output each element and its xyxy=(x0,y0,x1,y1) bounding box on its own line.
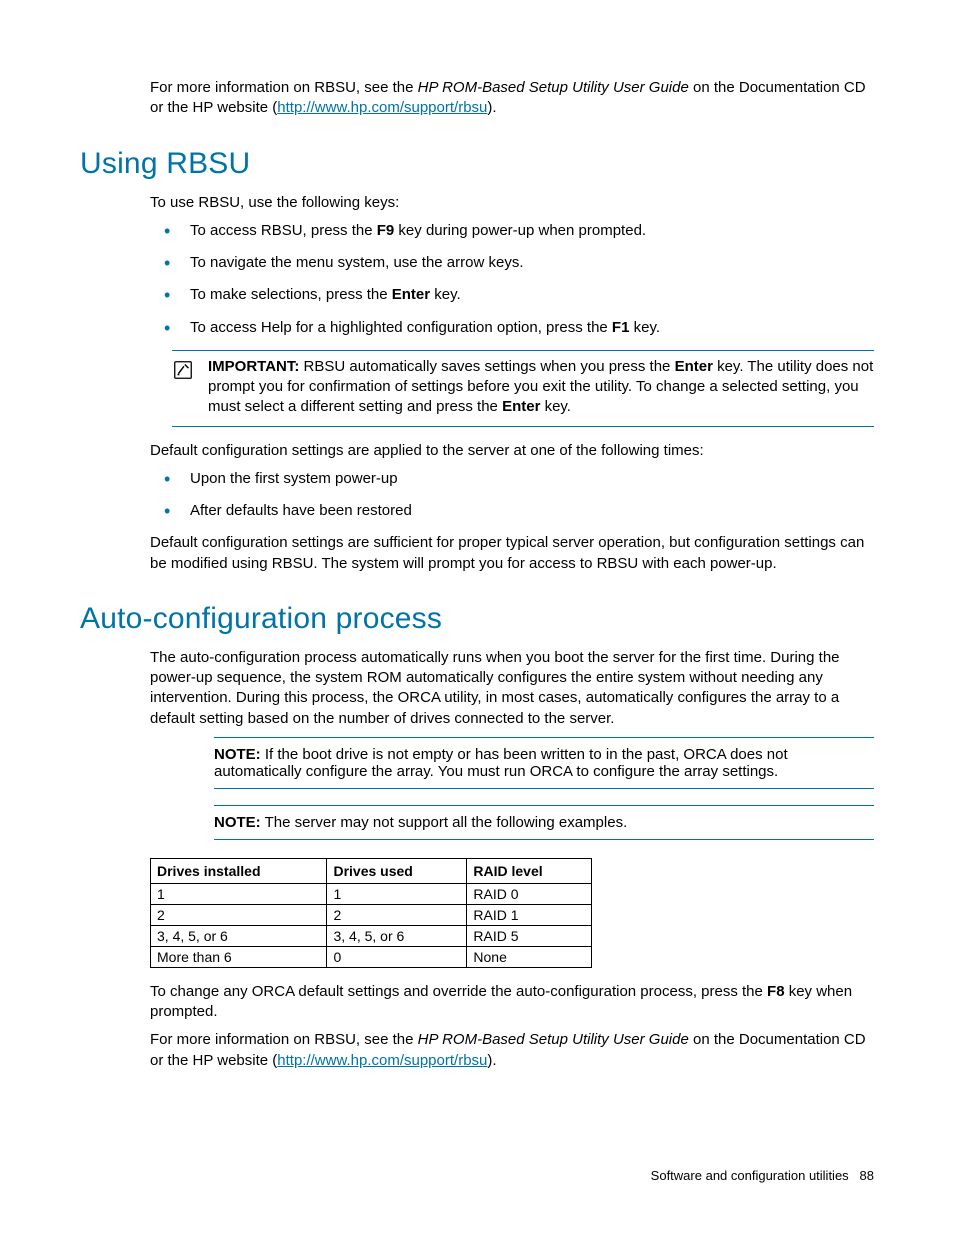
col-header: Drives used xyxy=(327,858,467,883)
list-item: To navigate the menu system, use the arr… xyxy=(150,253,874,273)
text: key. xyxy=(540,398,571,415)
cell: 0 xyxy=(327,946,467,967)
rbsu-support-link[interactable]: http://www.hp.com/support/rbsu xyxy=(277,1052,487,1069)
cell: RAID 1 xyxy=(467,904,592,925)
text: RBSU automatically saves settings when y… xyxy=(299,358,674,375)
text: key. xyxy=(430,286,461,303)
note-label: NOTE: xyxy=(214,746,261,763)
cell: 1 xyxy=(327,883,467,904)
text: key during power-up when prompted. xyxy=(394,222,646,239)
key-name: Enter xyxy=(675,358,713,375)
cell: RAID 0 xyxy=(467,883,592,904)
important-text: IMPORTANT: RBSU automatically saves sett… xyxy=(208,357,874,418)
text: For more information on RBSU, see the xyxy=(150,79,418,96)
cell: 2 xyxy=(327,904,467,925)
cell: 3, 4, 5, or 6 xyxy=(151,925,327,946)
note-callout: NOTE: The server may not support all the… xyxy=(214,805,874,840)
table-row: 3, 4, 5, or 6 3, 4, 5, or 6 RAID 5 xyxy=(151,925,592,946)
cell: 1 xyxy=(151,883,327,904)
important-label: IMPORTANT: xyxy=(208,358,299,375)
text: To make selections, press the xyxy=(190,286,392,303)
page-number: 88 xyxy=(860,1168,874,1183)
cell: 2 xyxy=(151,904,327,925)
list-item: To access Help for a highlighted configu… xyxy=(150,318,874,338)
cell: None xyxy=(467,946,592,967)
table-row: 2 2 RAID 1 xyxy=(151,904,592,925)
raid-table: Drives installed Drives used RAID level … xyxy=(150,858,592,968)
note-callout: NOTE: If the boot drive is not empty or … xyxy=(214,737,874,789)
text: key. xyxy=(629,319,660,336)
list-item: After defaults have been restored xyxy=(150,501,874,521)
orca-override: To change any ORCA default settings and … xyxy=(150,982,874,1023)
auto-config-intro: The auto-configuration process automatic… xyxy=(150,648,874,729)
text: For more information on RBSU, see the xyxy=(150,1031,418,1048)
note-text: The server may not support all the follo… xyxy=(261,814,628,831)
cell: RAID 5 xyxy=(467,925,592,946)
note-text: If the boot drive is not empty or has be… xyxy=(214,746,788,780)
heading-auto-config: Auto-configuration process xyxy=(80,602,874,636)
text: To access RBSU, press the xyxy=(190,222,377,239)
text: To access Help for a highlighted configu… xyxy=(190,319,612,336)
text: To navigate the menu system, use the arr… xyxy=(190,254,524,271)
list-item: Upon the first system power-up xyxy=(150,469,874,489)
cell: 3, 4, 5, or 6 xyxy=(327,925,467,946)
rbsu-support-link[interactable]: http://www.hp.com/support/rbsu xyxy=(277,99,487,116)
document-page: For more information on RBSU, see the HP… xyxy=(0,0,954,1071)
more-info: For more information on RBSU, see the HP… xyxy=(150,1030,874,1071)
guide-title: HP ROM-Based Setup Utility User Guide xyxy=(418,1031,689,1048)
key-name: F9 xyxy=(377,222,395,239)
intro-text: For more information on RBSU, see the HP… xyxy=(150,78,874,119)
defaults-list: Upon the first system power-up After def… xyxy=(150,469,874,522)
guide-title: HP ROM-Based Setup Utility User Guide xyxy=(418,79,689,96)
key-name: Enter xyxy=(502,398,540,415)
list-item: To make selections, press the Enter key. xyxy=(150,285,874,305)
key-name: Enter xyxy=(392,286,430,303)
col-header: Drives installed xyxy=(151,858,327,883)
text: ). xyxy=(487,99,496,116)
cell: More than 6 xyxy=(151,946,327,967)
note-label: NOTE: xyxy=(214,814,261,831)
key-name: F8 xyxy=(767,983,785,1000)
table-row: 1 1 RAID 0 xyxy=(151,883,592,904)
page-footer: Software and configuration utilities 88 xyxy=(651,1168,874,1183)
col-header: RAID level xyxy=(467,858,592,883)
important-callout: IMPORTANT: RBSU automatically saves sett… xyxy=(172,350,874,427)
key-list: To access RBSU, press the F9 key during … xyxy=(150,221,874,338)
heading-using-rbsu: Using RBSU xyxy=(80,147,874,181)
list-item: To access RBSU, press the F9 key during … xyxy=(150,221,874,241)
key-name: F1 xyxy=(612,319,630,336)
intro-paragraph: For more information on RBSU, see the HP… xyxy=(150,78,874,119)
footer-section: Software and configuration utilities xyxy=(651,1168,849,1183)
section1-body: To use RBSU, use the following keys: To … xyxy=(150,193,874,574)
text: ). xyxy=(487,1052,496,1069)
section2-body: The auto-configuration process automatic… xyxy=(150,648,874,1071)
table-row: More than 6 0 None xyxy=(151,946,592,967)
lead-text: To use RBSU, use the following keys: xyxy=(150,193,874,213)
table-header-row: Drives installed Drives used RAID level xyxy=(151,858,592,883)
defaults-detail: Default configuration settings are suffi… xyxy=(150,533,874,574)
important-icon xyxy=(172,357,194,385)
text: To change any ORCA default settings and … xyxy=(150,983,767,1000)
defaults-intro: Default configuration settings are appli… xyxy=(150,441,874,461)
